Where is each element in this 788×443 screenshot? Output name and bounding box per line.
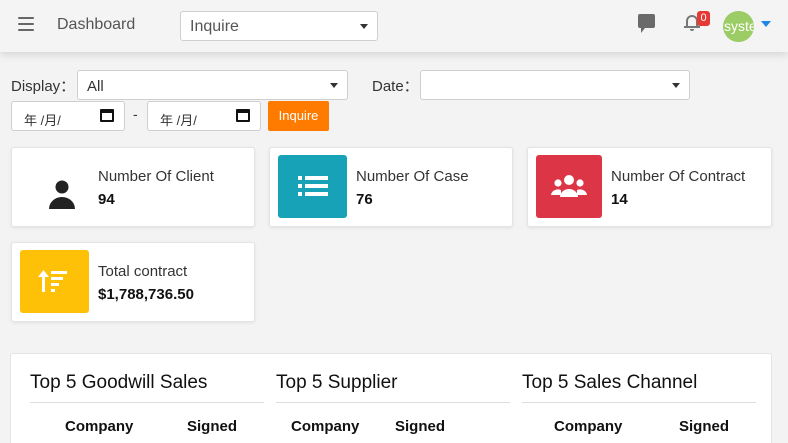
stat-value: 76	[356, 191, 373, 208]
sort-amount-icon	[20, 250, 89, 313]
notification-badge: 0	[697, 11, 710, 26]
page-title: Dashboard	[57, 16, 136, 33]
column-header-signed[interactable]: Signed	[395, 418, 445, 435]
top-five-panel: Top 5 Goodwill Sales Company Signed Top …	[10, 353, 772, 443]
display-select[interactable]: All	[77, 70, 348, 100]
chat-icon[interactable]	[638, 14, 655, 33]
menu-icon[interactable]	[18, 17, 34, 31]
module-select[interactable]: Inquire	[180, 11, 378, 41]
section-title: Top 5 Sales Channel	[522, 372, 756, 403]
stat-value: $1,788,736.50	[98, 286, 194, 303]
stat-value: 94	[98, 191, 115, 208]
display-select-value: All	[87, 78, 104, 95]
avatar[interactable]: system	[723, 11, 754, 42]
stat-value: 14	[611, 191, 628, 208]
sales-channel-section: Top 5 Sales Channel Company Signed	[522, 372, 756, 435]
date-label: Date：	[372, 78, 419, 95]
section-title: Top 5 Goodwill Sales	[30, 372, 264, 403]
chevron-down-icon	[672, 83, 680, 88]
column-header-company[interactable]: Company	[291, 418, 359, 435]
stat-title: Number Of Client	[98, 168, 214, 185]
stat-title: Number Of Contract	[611, 168, 746, 185]
goodwill-sales-section: Top 5 Goodwill Sales Company Signed	[30, 372, 264, 435]
inquire-button[interactable]: Inquire	[268, 101, 329, 131]
calendar-icon[interactable]	[236, 109, 250, 122]
column-header-signed[interactable]: Signed	[187, 418, 237, 435]
stat-title: Total contract	[98, 263, 188, 280]
column-header-company[interactable]: Company	[65, 418, 133, 435]
date-to-input[interactable]: 年 /月/	[147, 101, 261, 131]
display-label: Display：	[11, 78, 76, 95]
top-navbar: Dashboard Inquire 0 system	[0, 0, 788, 52]
list-icon	[278, 155, 347, 218]
date-to-placeholder: 年 /月/	[160, 113, 197, 128]
users-icon	[536, 155, 602, 218]
column-header-signed[interactable]: Signed	[679, 418, 729, 435]
section-title: Top 5 Supplier	[276, 372, 510, 403]
date-from-placeholder: 年 /月/	[24, 113, 61, 128]
user-menu-caret-icon[interactable]	[761, 21, 771, 27]
chevron-down-icon	[330, 83, 338, 88]
calendar-icon[interactable]	[100, 109, 114, 122]
stat-card-total-contract: Total contract $1,788,736.50	[11, 242, 255, 322]
module-select-value: Inquire	[190, 18, 239, 35]
chevron-down-icon	[360, 24, 368, 29]
column-header-company[interactable]: Company	[554, 418, 622, 435]
user-icon	[20, 155, 89, 218]
stat-title: Number Of Case	[356, 168, 469, 185]
stat-card-clients: Number Of Client 94	[11, 147, 255, 227]
supplier-section: Top 5 Supplier Company Signed	[276, 372, 510, 435]
date-from-input[interactable]: 年 /月/	[11, 101, 125, 131]
stat-card-contracts: Number Of Contract 14	[527, 147, 772, 227]
date-range-separator: -	[133, 106, 138, 122]
date-select[interactable]	[420, 70, 690, 100]
stat-card-cases: Number Of Case 76	[269, 147, 513, 227]
